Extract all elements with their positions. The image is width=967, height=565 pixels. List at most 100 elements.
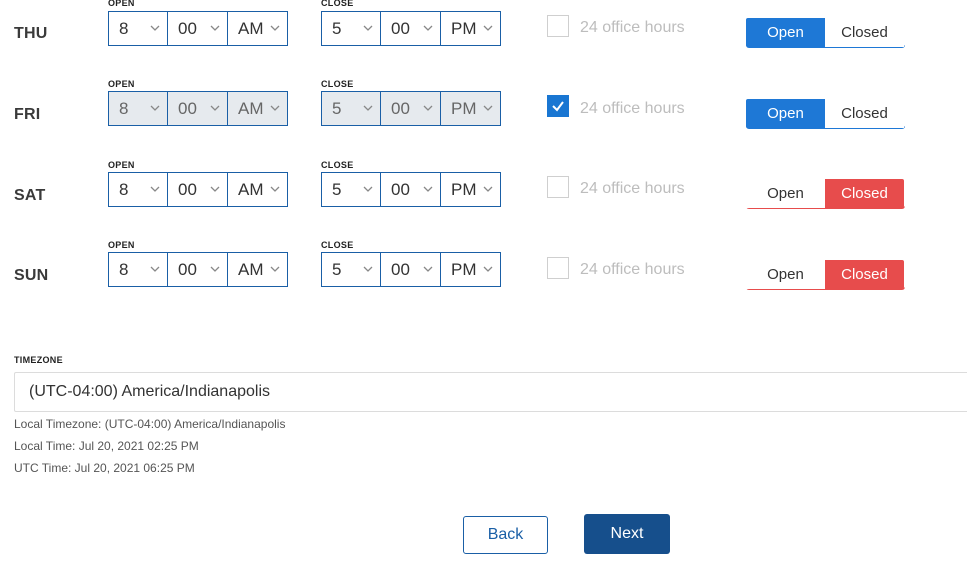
day-row-fri: OPEN CLOSE FRI 8 00 AM 5 00 PM 24 office… [0,76,967,136]
open-ampm-select[interactable]: AM [228,253,287,286]
chevron-down-icon [363,264,373,274]
open-minute-value: 00 [178,98,197,118]
open-minute-select[interactable]: 00 [168,12,228,45]
close-time-selects: 5 00 PM [321,252,501,287]
timezone-select[interactable]: (UTC-04:00) America/Indianapolis [14,372,967,412]
open-minute-select[interactable]: 00 [168,253,228,286]
open-hour-value: 8 [119,259,129,279]
next-button[interactable]: Next [584,514,670,554]
open-hour-select[interactable]: 8 [109,12,168,45]
back-button[interactable]: Back [463,516,548,554]
local-timezone-text: Local Timezone: (UTC-04:00) America/Indi… [14,417,286,431]
closed-button[interactable]: Closed [825,99,904,128]
close-minute-select[interactable]: 00 [381,173,441,206]
open-hour-select[interactable]: 8 [109,173,168,206]
close-ampm-value: PM [451,98,477,118]
open-ampm-value: AM [238,179,264,199]
chevron-down-icon [423,184,433,194]
close-minute-value: 00 [391,18,410,38]
chevron-down-icon [210,184,220,194]
close-minute-value: 00 [391,98,410,118]
open-hour-value: 8 [119,98,129,118]
open-label: OPEN [108,160,135,170]
timezone-value: (UTC-04:00) America/Indianapolis [29,383,270,400]
close-hour-value: 5 [332,98,342,118]
open-label: OPEN [108,0,135,8]
all-day-label: 24 office hours [580,100,685,117]
chevron-down-icon [423,103,433,113]
day-label: FRI [14,106,41,123]
open-ampm-select[interactable]: AM [228,92,287,125]
chevron-down-icon [270,23,280,33]
chevron-down-icon [210,264,220,274]
day-row-sat: OPEN CLOSE SAT 8 00 AM 5 00 PM 24 office… [0,157,967,217]
open-hour-select[interactable]: 8 [109,92,168,125]
open-button[interactable]: Open [746,99,825,128]
open-ampm-value: AM [238,259,264,279]
close-ampm-select[interactable]: PM [441,173,500,206]
day-row-thu: OPEN CLOSE THU 8 00 AM 5 00 PM 24 office… [0,0,967,55]
open-minute-value: 00 [178,18,197,38]
close-hour-select[interactable]: 5 [322,12,381,45]
chevron-down-icon [483,23,493,33]
all-day-checkbox[interactable] [547,95,569,117]
open-button[interactable]: Open [746,18,825,47]
open-minute-value: 00 [178,259,197,279]
all-day-label: 24 office hours [580,19,685,36]
closed-button[interactable]: Closed [825,179,904,208]
open-ampm-select[interactable]: AM [228,173,287,206]
close-label: CLOSE [321,0,354,8]
chevron-down-icon [150,103,160,113]
close-ampm-value: PM [451,179,477,199]
close-ampm-select[interactable]: PM [441,92,500,125]
open-ampm-value: AM [238,98,264,118]
chevron-down-icon [483,103,493,113]
open-time-selects: 8 00 AM [108,252,288,287]
chevron-down-icon [483,184,493,194]
open-label: OPEN [108,240,135,250]
close-label: CLOSE [321,160,354,170]
open-minute-select[interactable]: 00 [168,173,228,206]
day-row-sun: OPEN CLOSE SUN 8 00 AM 5 00 PM 24 office… [0,237,967,297]
close-ampm-select[interactable]: PM [441,253,500,286]
close-minute-select[interactable]: 00 [381,92,441,125]
open-time-selects: 8 00 AM [108,91,288,126]
close-hour-select[interactable]: 5 [322,173,381,206]
chevron-down-icon [270,184,280,194]
chevron-down-icon [150,184,160,194]
close-time-selects: 5 00 PM [321,172,501,207]
all-day-checkbox[interactable] [547,15,569,37]
close-ampm-value: PM [451,18,477,38]
day-label: SAT [14,187,46,204]
close-minute-select[interactable]: 00 [381,12,441,45]
close-hour-value: 5 [332,259,342,279]
closed-button[interactable]: Closed [825,260,904,289]
close-hour-select[interactable]: 5 [322,92,381,125]
chevron-down-icon [150,23,160,33]
open-closed-toggle: Open Closed [746,179,905,209]
open-ampm-select[interactable]: AM [228,12,287,45]
all-day-checkbox[interactable] [547,176,569,198]
open-button[interactable]: Open [746,179,825,208]
chevron-down-icon [210,23,220,33]
local-time-text: Local Time: Jul 20, 2021 02:25 PM [14,439,199,453]
chevron-down-icon [270,103,280,113]
open-time-selects: 8 00 AM [108,11,288,46]
open-closed-toggle: Open Closed [746,99,905,129]
all-day-checkbox[interactable] [547,257,569,279]
close-hour-select[interactable]: 5 [322,253,381,286]
open-minute-select[interactable]: 00 [168,92,228,125]
chevron-down-icon [363,103,373,113]
close-minute-select[interactable]: 00 [381,253,441,286]
open-hour-select[interactable]: 8 [109,253,168,286]
chevron-down-icon [363,23,373,33]
chevron-down-icon [270,264,280,274]
open-hour-value: 8 [119,179,129,199]
open-button[interactable]: Open [746,260,825,289]
closed-button[interactable]: Closed [825,18,904,47]
close-minute-value: 00 [391,179,410,199]
close-ampm-select[interactable]: PM [441,12,500,45]
chevron-down-icon [210,103,220,113]
chevron-down-icon [363,184,373,194]
open-closed-toggle: Open Closed [746,18,905,48]
